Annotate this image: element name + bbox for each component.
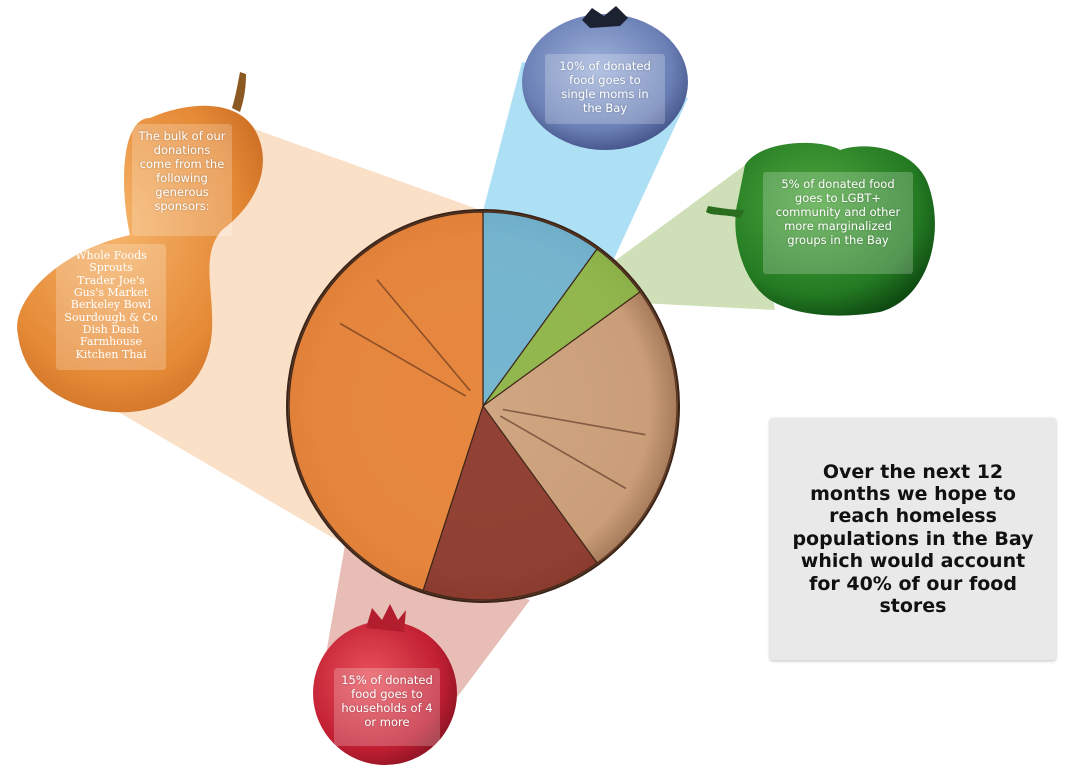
sponsor-item: Sprouts [89, 261, 133, 275]
lgbt-label: 5% of donated food goes to LGBT+ communi… [763, 172, 913, 274]
pie-slices [288, 211, 678, 601]
sponsor-list: Whole Foods Sprouts Trader Joe's Gus's M… [56, 244, 166, 370]
sponsors-intro-label: The bulk of our donations come from the … [132, 124, 232, 236]
pie-chart [286, 209, 680, 603]
homeless-goal-text: Over the next 12 months we hope to reach… [792, 460, 1034, 618]
sponsor-item: Farmhouse [79, 335, 143, 349]
households-label: 15% of donated food goes to households o… [334, 668, 440, 746]
households-text: 15% of donated food goes to households o… [341, 673, 433, 730]
single-moms-text: 10% of donated food goes to single moms … [559, 59, 651, 116]
sponsors-intro-text: The bulk of our donations come from the … [138, 129, 226, 214]
sponsor-item: Berkeley Bowl [70, 298, 152, 312]
single-moms-label: 10% of donated food goes to single moms … [545, 54, 665, 124]
sponsor-item: Kitchen Thai [75, 347, 147, 361]
homeless-goal-callout: Over the next 12 months we hope to reach… [770, 418, 1056, 660]
lgbt-text: 5% of donated food goes to LGBT+ communi… [775, 177, 901, 248]
